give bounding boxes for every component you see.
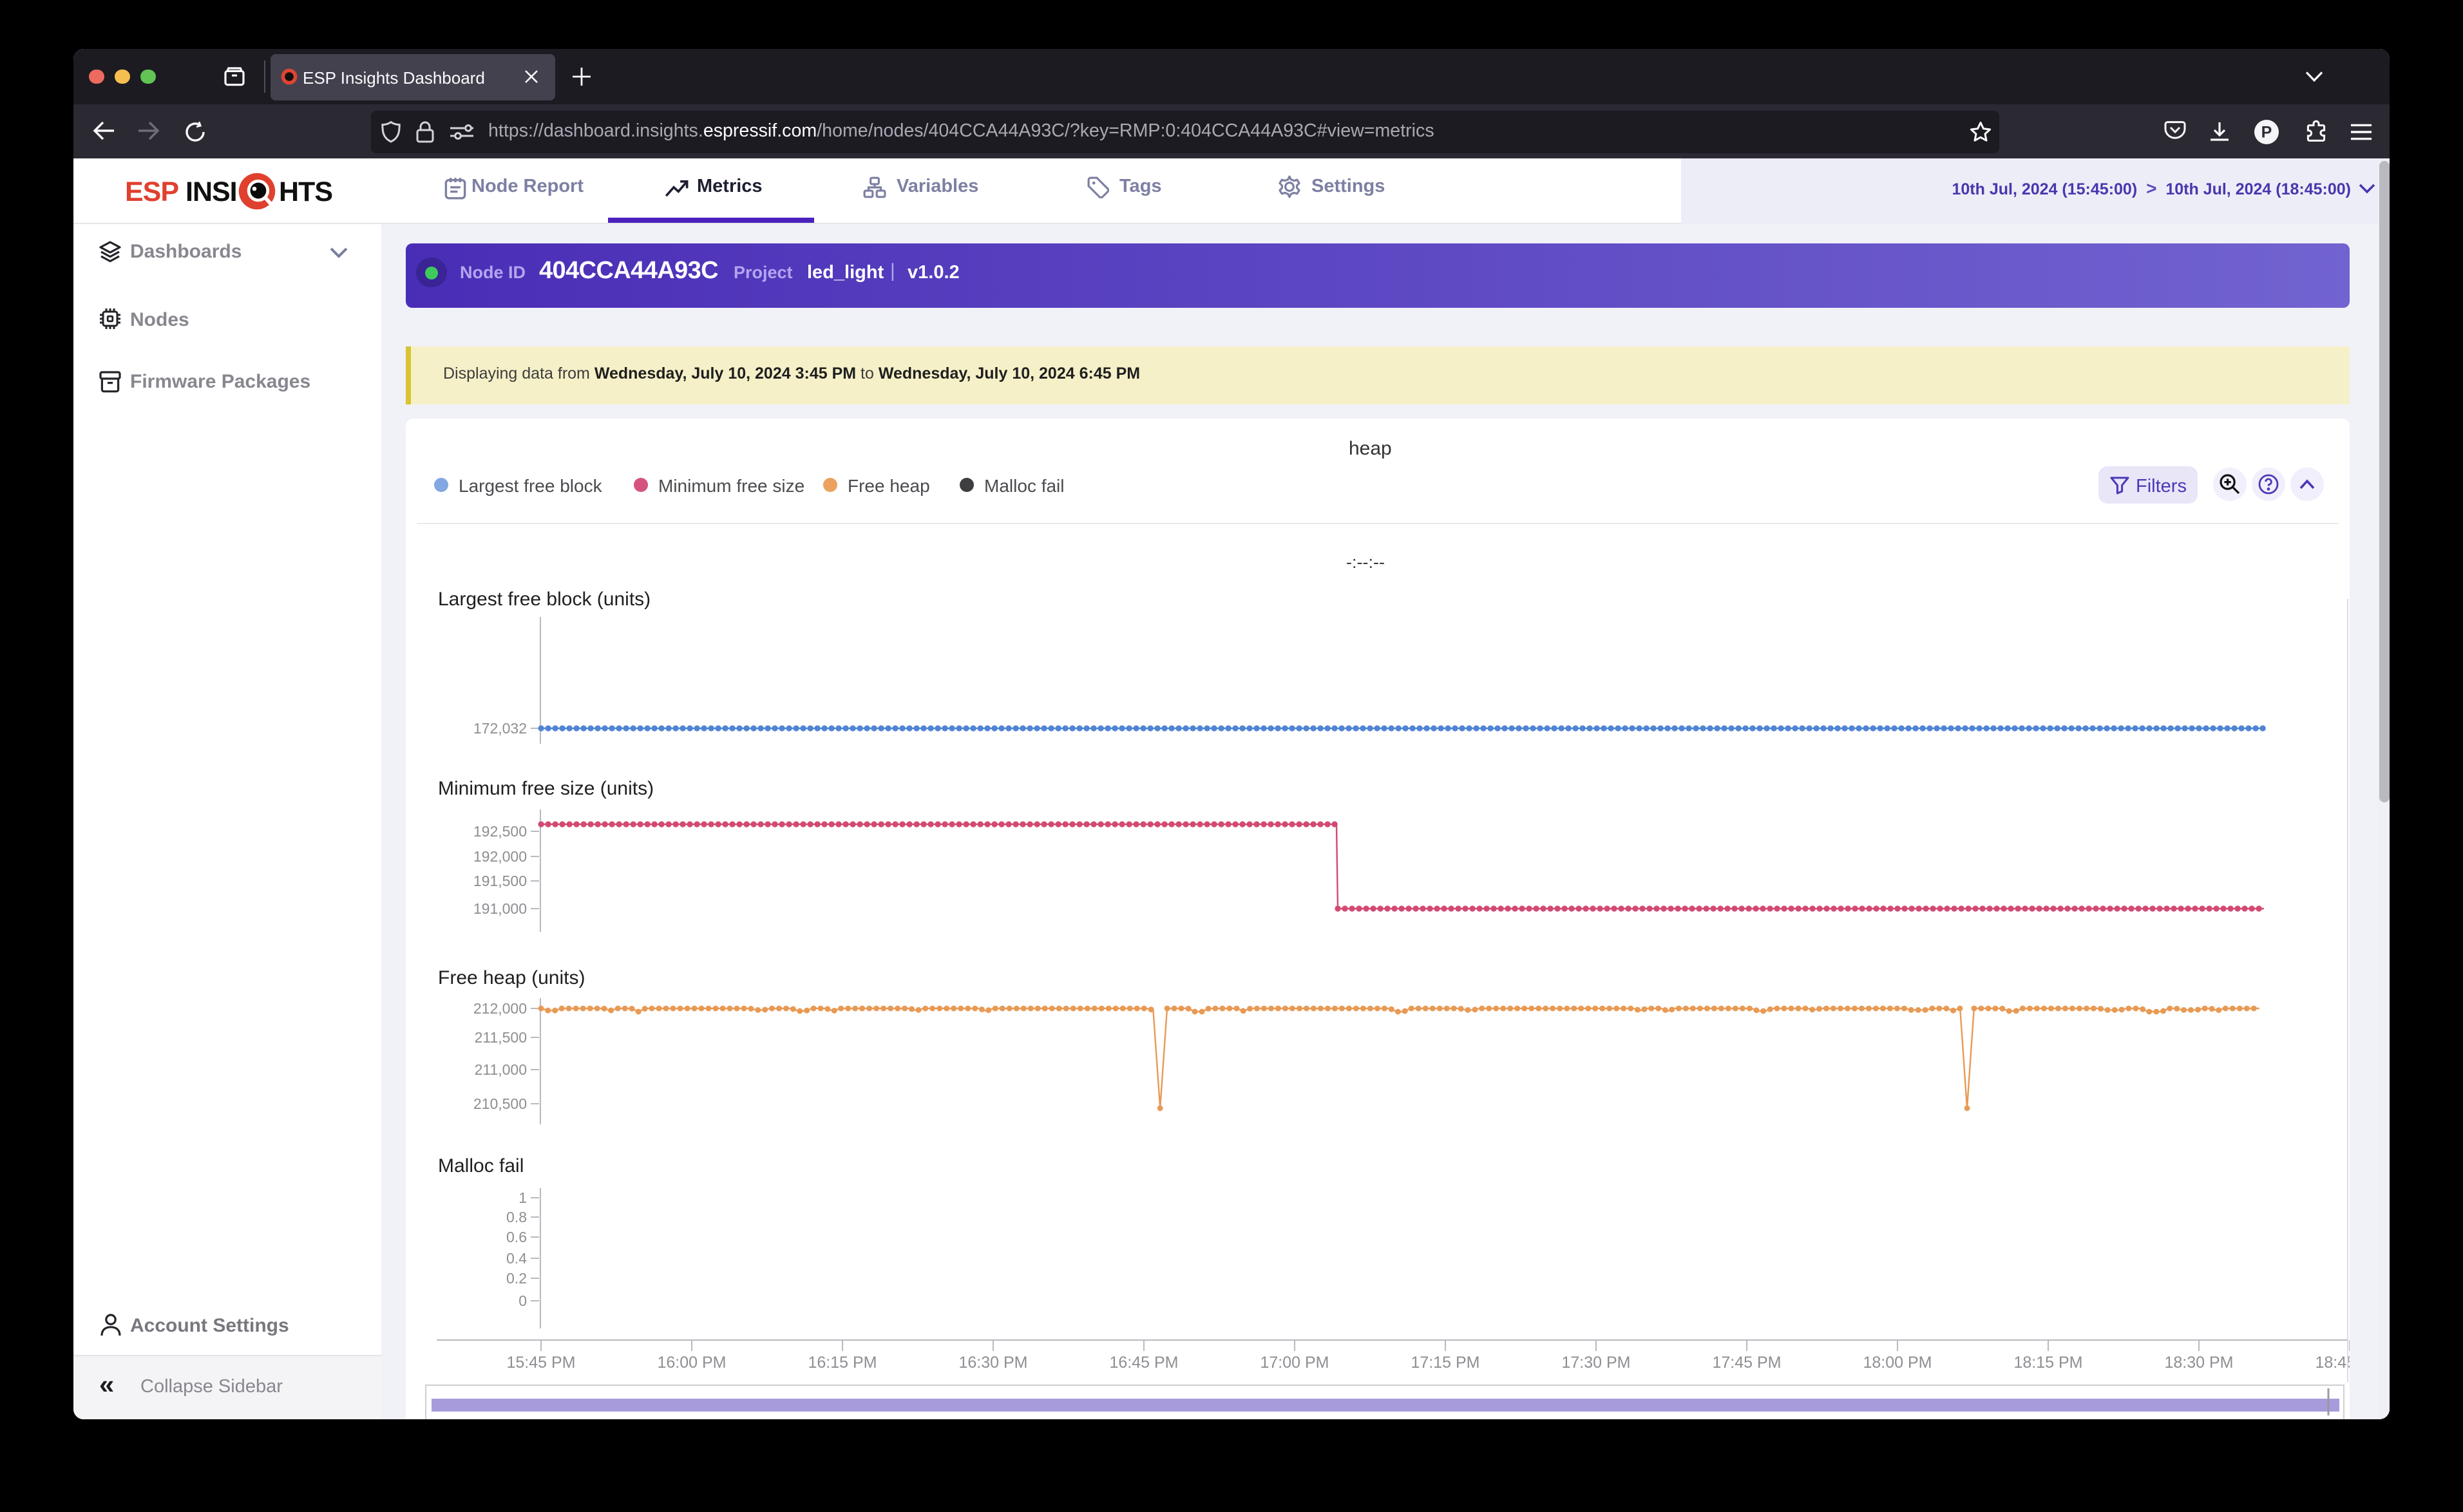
svg-text:0.8: 0.8 bbox=[506, 1209, 527, 1225]
svg-text:15:45 PM: 15:45 PM bbox=[506, 1354, 575, 1372]
svg-text:212,000: 212,000 bbox=[473, 1000, 527, 1017]
svg-text:17:45 PM: 17:45 PM bbox=[1712, 1354, 1781, 1372]
svg-text:0.2: 0.2 bbox=[506, 1270, 527, 1287]
svg-text:16:30 PM: 16:30 PM bbox=[958, 1354, 1027, 1372]
svg-text:172,032: 172,032 bbox=[473, 720, 527, 737]
svg-text:Largest free block (units): Largest free block (units) bbox=[438, 589, 651, 610]
svg-text:18:30 PM: 18:30 PM bbox=[2164, 1354, 2233, 1372]
svg-text:192,500: 192,500 bbox=[473, 823, 527, 840]
svg-text:17:00 PM: 17:00 PM bbox=[1260, 1354, 1329, 1372]
svg-text:18:00 PM: 18:00 PM bbox=[1863, 1354, 1932, 1372]
svg-text:18:15 PM: 18:15 PM bbox=[2013, 1354, 2082, 1372]
svg-text:191,000: 191,000 bbox=[473, 900, 527, 917]
svg-text:16:00 PM: 16:00 PM bbox=[657, 1354, 726, 1372]
svg-text:0: 0 bbox=[518, 1292, 527, 1309]
svg-text:Free heap (units): Free heap (units) bbox=[438, 967, 585, 988]
svg-text:0.6: 0.6 bbox=[506, 1229, 527, 1245]
svg-text:192,000: 192,000 bbox=[473, 848, 527, 865]
svg-text:18:45 PM: 18:45 PM bbox=[2315, 1354, 2350, 1372]
svg-text:Minimum free size (units): Minimum free size (units) bbox=[438, 778, 654, 799]
svg-text:16:15 PM: 16:15 PM bbox=[808, 1354, 877, 1372]
svg-text:P: P bbox=[2261, 124, 2272, 142]
svg-text:16:45 PM: 16:45 PM bbox=[1109, 1354, 1178, 1372]
svg-text:17:30 PM: 17:30 PM bbox=[1561, 1354, 1630, 1372]
svg-text:210,500: 210,500 bbox=[473, 1095, 527, 1112]
svg-text:211,000: 211,000 bbox=[475, 1061, 527, 1078]
svg-text:211,500: 211,500 bbox=[475, 1029, 527, 1046]
svg-text:0.4: 0.4 bbox=[506, 1250, 527, 1267]
svg-text:1: 1 bbox=[518, 1189, 527, 1206]
svg-text:17:15 PM: 17:15 PM bbox=[1411, 1354, 1479, 1372]
svg-text:Malloc fail: Malloc fail bbox=[438, 1155, 524, 1177]
svg-text:191,500: 191,500 bbox=[473, 873, 527, 889]
